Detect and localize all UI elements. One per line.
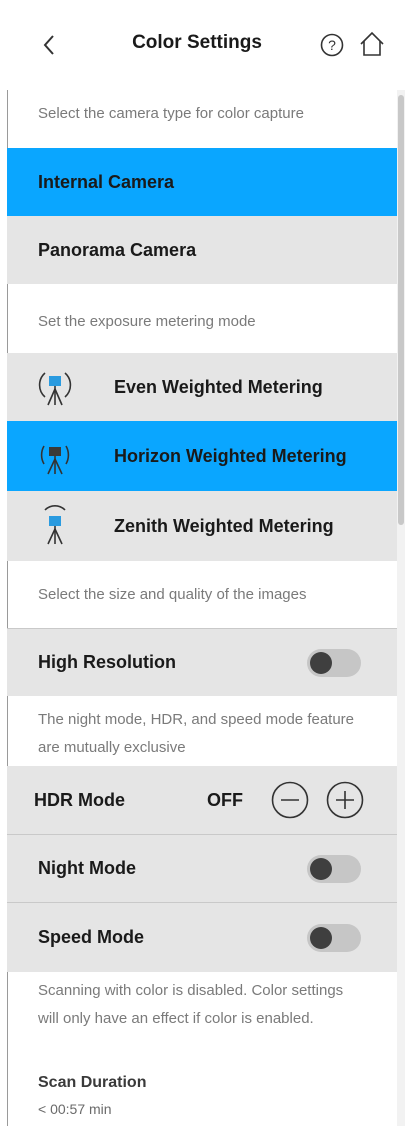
- hdr-increase-button[interactable]: [326, 781, 364, 819]
- option-internal-camera[interactable]: Internal Camera: [7, 148, 397, 216]
- zenith-metering-tripod-icon: [44, 505, 66, 545]
- svg-text:?: ?: [328, 37, 336, 53]
- hdr-decrease-button[interactable]: [271, 781, 309, 819]
- scrollbar-thumb[interactable]: [398, 95, 404, 525]
- metering-hint: Set the exposure metering mode: [38, 313, 256, 330]
- option-label: Internal Camera: [38, 171, 175, 192]
- scan-duration-label: Scan Duration: [38, 1074, 147, 1091]
- home-button[interactable]: [359, 31, 385, 57]
- option-label: Horizon Weighted Metering: [114, 446, 347, 466]
- speed-mode-toggle[interactable]: [307, 924, 361, 952]
- high-resolution-toggle[interactable]: [307, 649, 361, 677]
- night-mode-label: Night Mode: [38, 858, 136, 878]
- toggle-knob: [310, 652, 332, 674]
- help-icon: ?: [320, 33, 344, 57]
- even-metering-tripod-icon: [38, 372, 72, 406]
- header: Color Settings ?: [7, 0, 397, 90]
- toggle-knob: [310, 858, 332, 880]
- hdr-mode-row: HDR Mode OFF: [7, 766, 397, 834]
- settings-panel: Color Settings ? Select the camera type …: [0, 0, 405, 1126]
- option-label: Even Weighted Metering: [114, 377, 323, 397]
- page-title: Color Settings: [132, 32, 262, 53]
- high-resolution-label: High Resolution: [38, 652, 176, 672]
- option-horizon-weighted-metering[interactable]: Horizon Weighted Metering: [7, 421, 397, 491]
- option-label: Panorama Camera: [38, 239, 197, 260]
- night-mode-toggle[interactable]: [307, 855, 361, 883]
- image-quality-hint: Select the size and quality of the image…: [38, 586, 307, 603]
- toggle-knob: [310, 927, 332, 949]
- high-resolution-row: High Resolution: [7, 628, 397, 696]
- camera-hint: Select the camera type for color capture: [38, 105, 304, 122]
- help-button[interactable]: ?: [320, 33, 344, 57]
- option-panorama-camera[interactable]: Panorama Camera: [7, 216, 397, 284]
- home-icon: [360, 31, 384, 56]
- hdr-mode-value: OFF: [207, 789, 243, 810]
- scan-duration-value: < 00:57 min: [38, 1101, 112, 1117]
- modes-exclusive-note: The night mode, HDR, and speed mode feat…: [38, 711, 355, 756]
- speed-mode-label: Speed Mode: [38, 927, 145, 947]
- horizon-metering-tripod-icon: [40, 445, 70, 475]
- chevron-left-icon: [43, 35, 54, 55]
- speed-mode-row: Speed Mode: [7, 902, 397, 972]
- option-even-weighted-metering[interactable]: Even Weighted Metering: [7, 353, 397, 421]
- back-button[interactable]: [35, 30, 63, 60]
- color-disabled-note: Scanning with color is disabled. Color s…: [38, 982, 344, 1027]
- option-zenith-weighted-metering[interactable]: Zenith Weighted Metering: [7, 491, 397, 561]
- hdr-mode-label: HDR Mode: [34, 789, 125, 810]
- night-mode-row: Night Mode: [7, 834, 397, 902]
- option-label: Zenith Weighted Metering: [114, 516, 334, 536]
